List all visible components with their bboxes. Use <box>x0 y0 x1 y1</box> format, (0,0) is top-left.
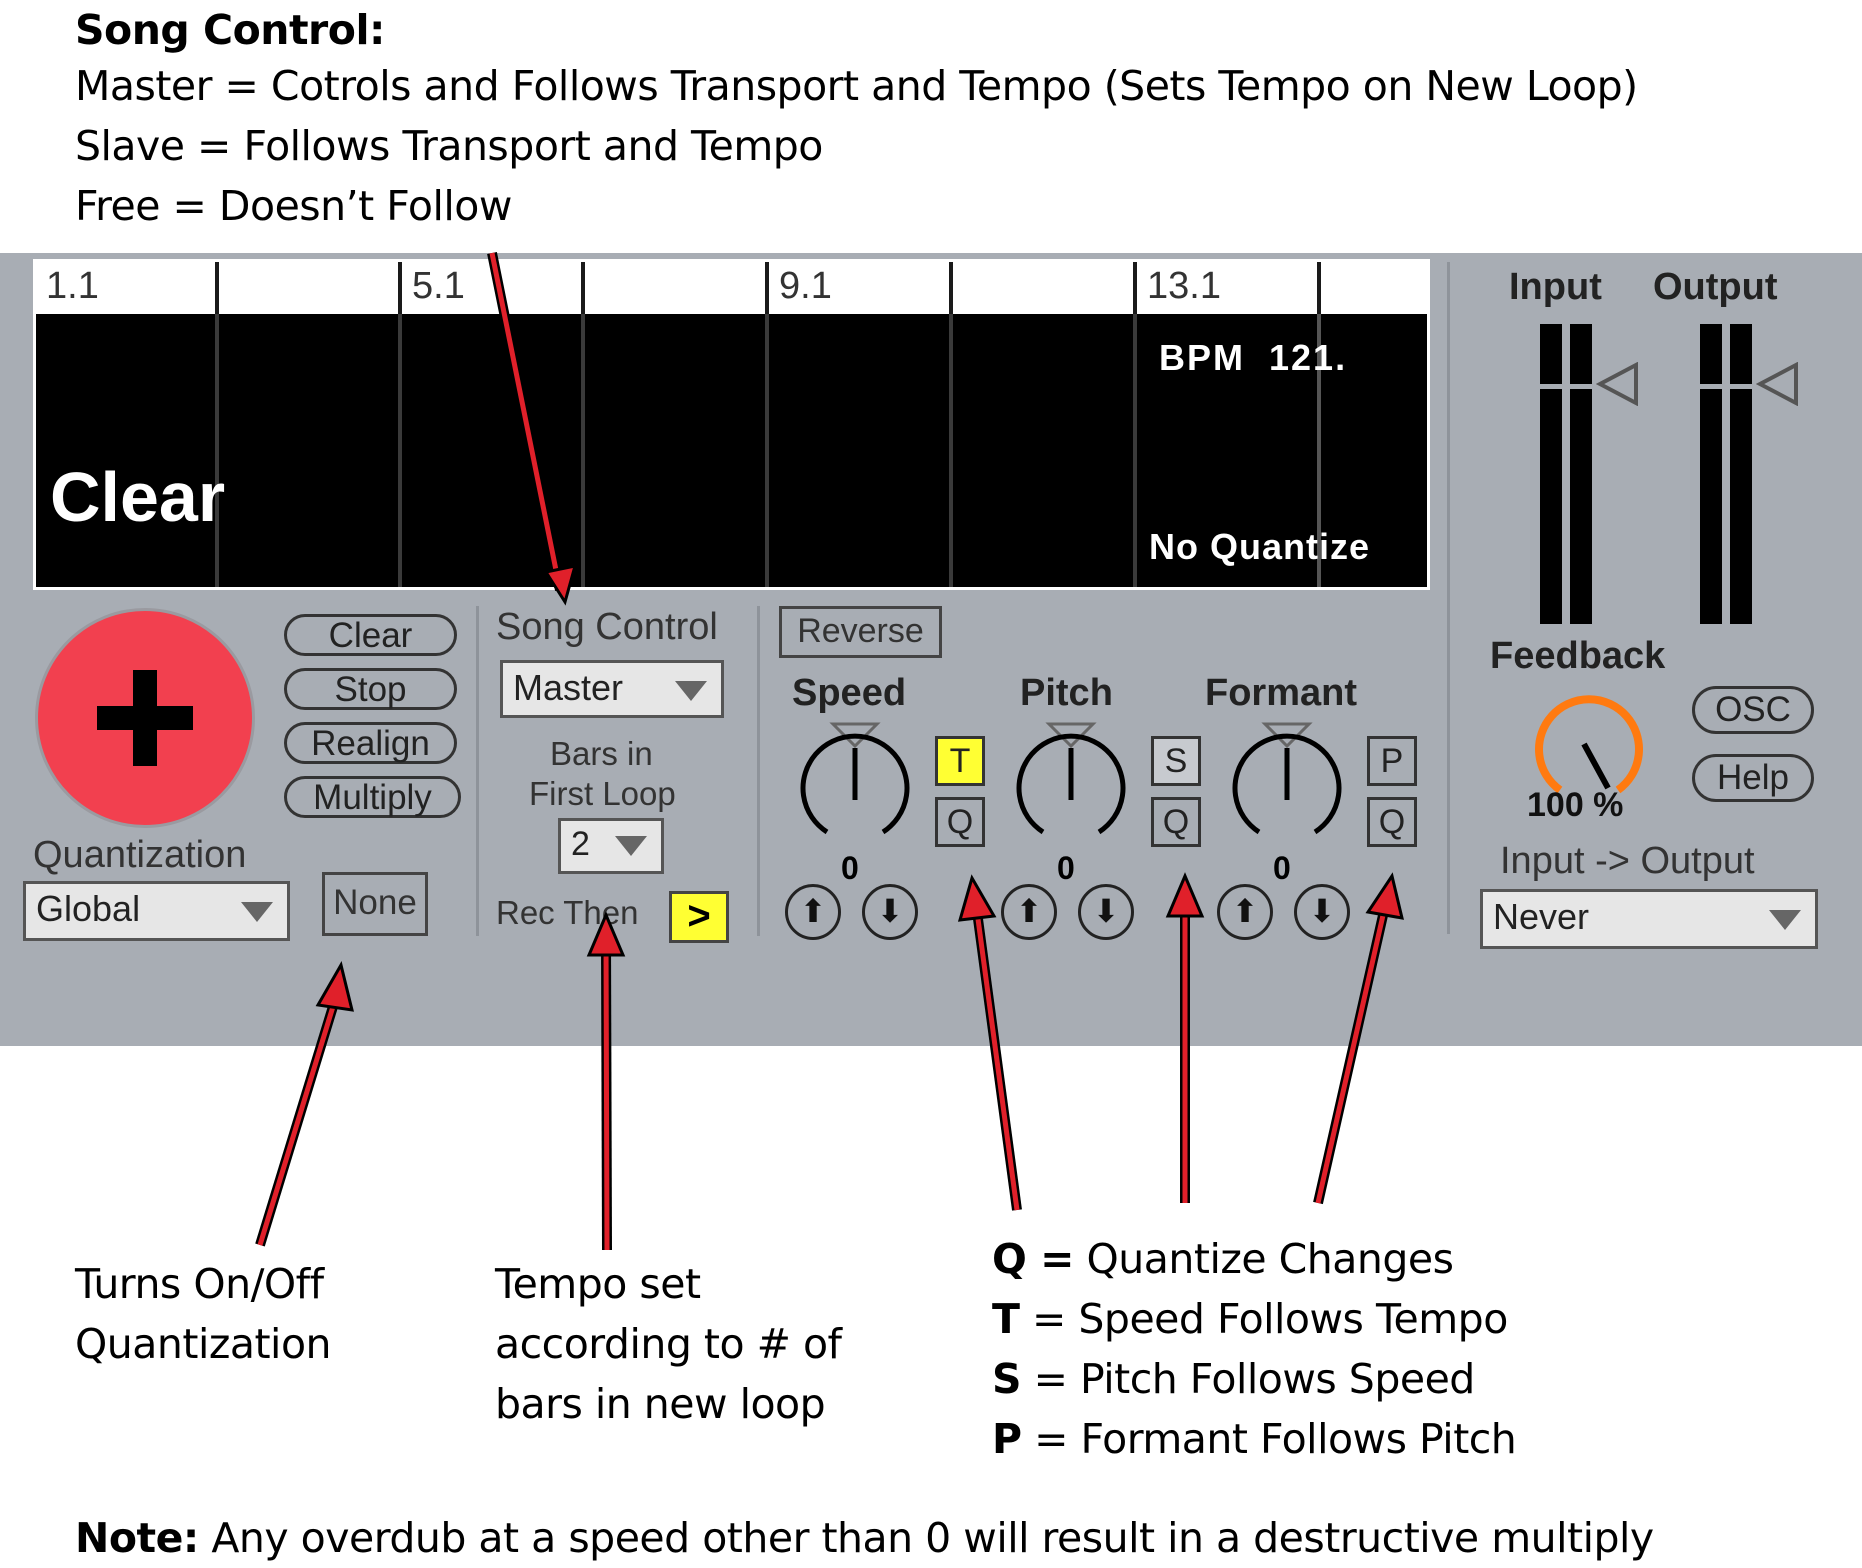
overdub-note: Note: Any overdub at a speed other than … <box>75 1514 1654 1562</box>
toggle-legend: Q = Quantize Changes T = Speed Follows T… <box>992 1229 1517 1469</box>
legend-t: T = Speed Follows Tempo <box>992 1295 1508 1343</box>
quantization-annotation: Turns On/Off Quantization <box>75 1260 332 1368</box>
tempo-annotation: Tempo set according to # of bars in new … <box>495 1260 842 1428</box>
legend-s: S = Pitch Follows Speed <box>992 1355 1475 1403</box>
legend-q: Q = Quantize Changes <box>992 1235 1454 1283</box>
legend-p: P = Formant Follows Pitch <box>992 1415 1517 1463</box>
